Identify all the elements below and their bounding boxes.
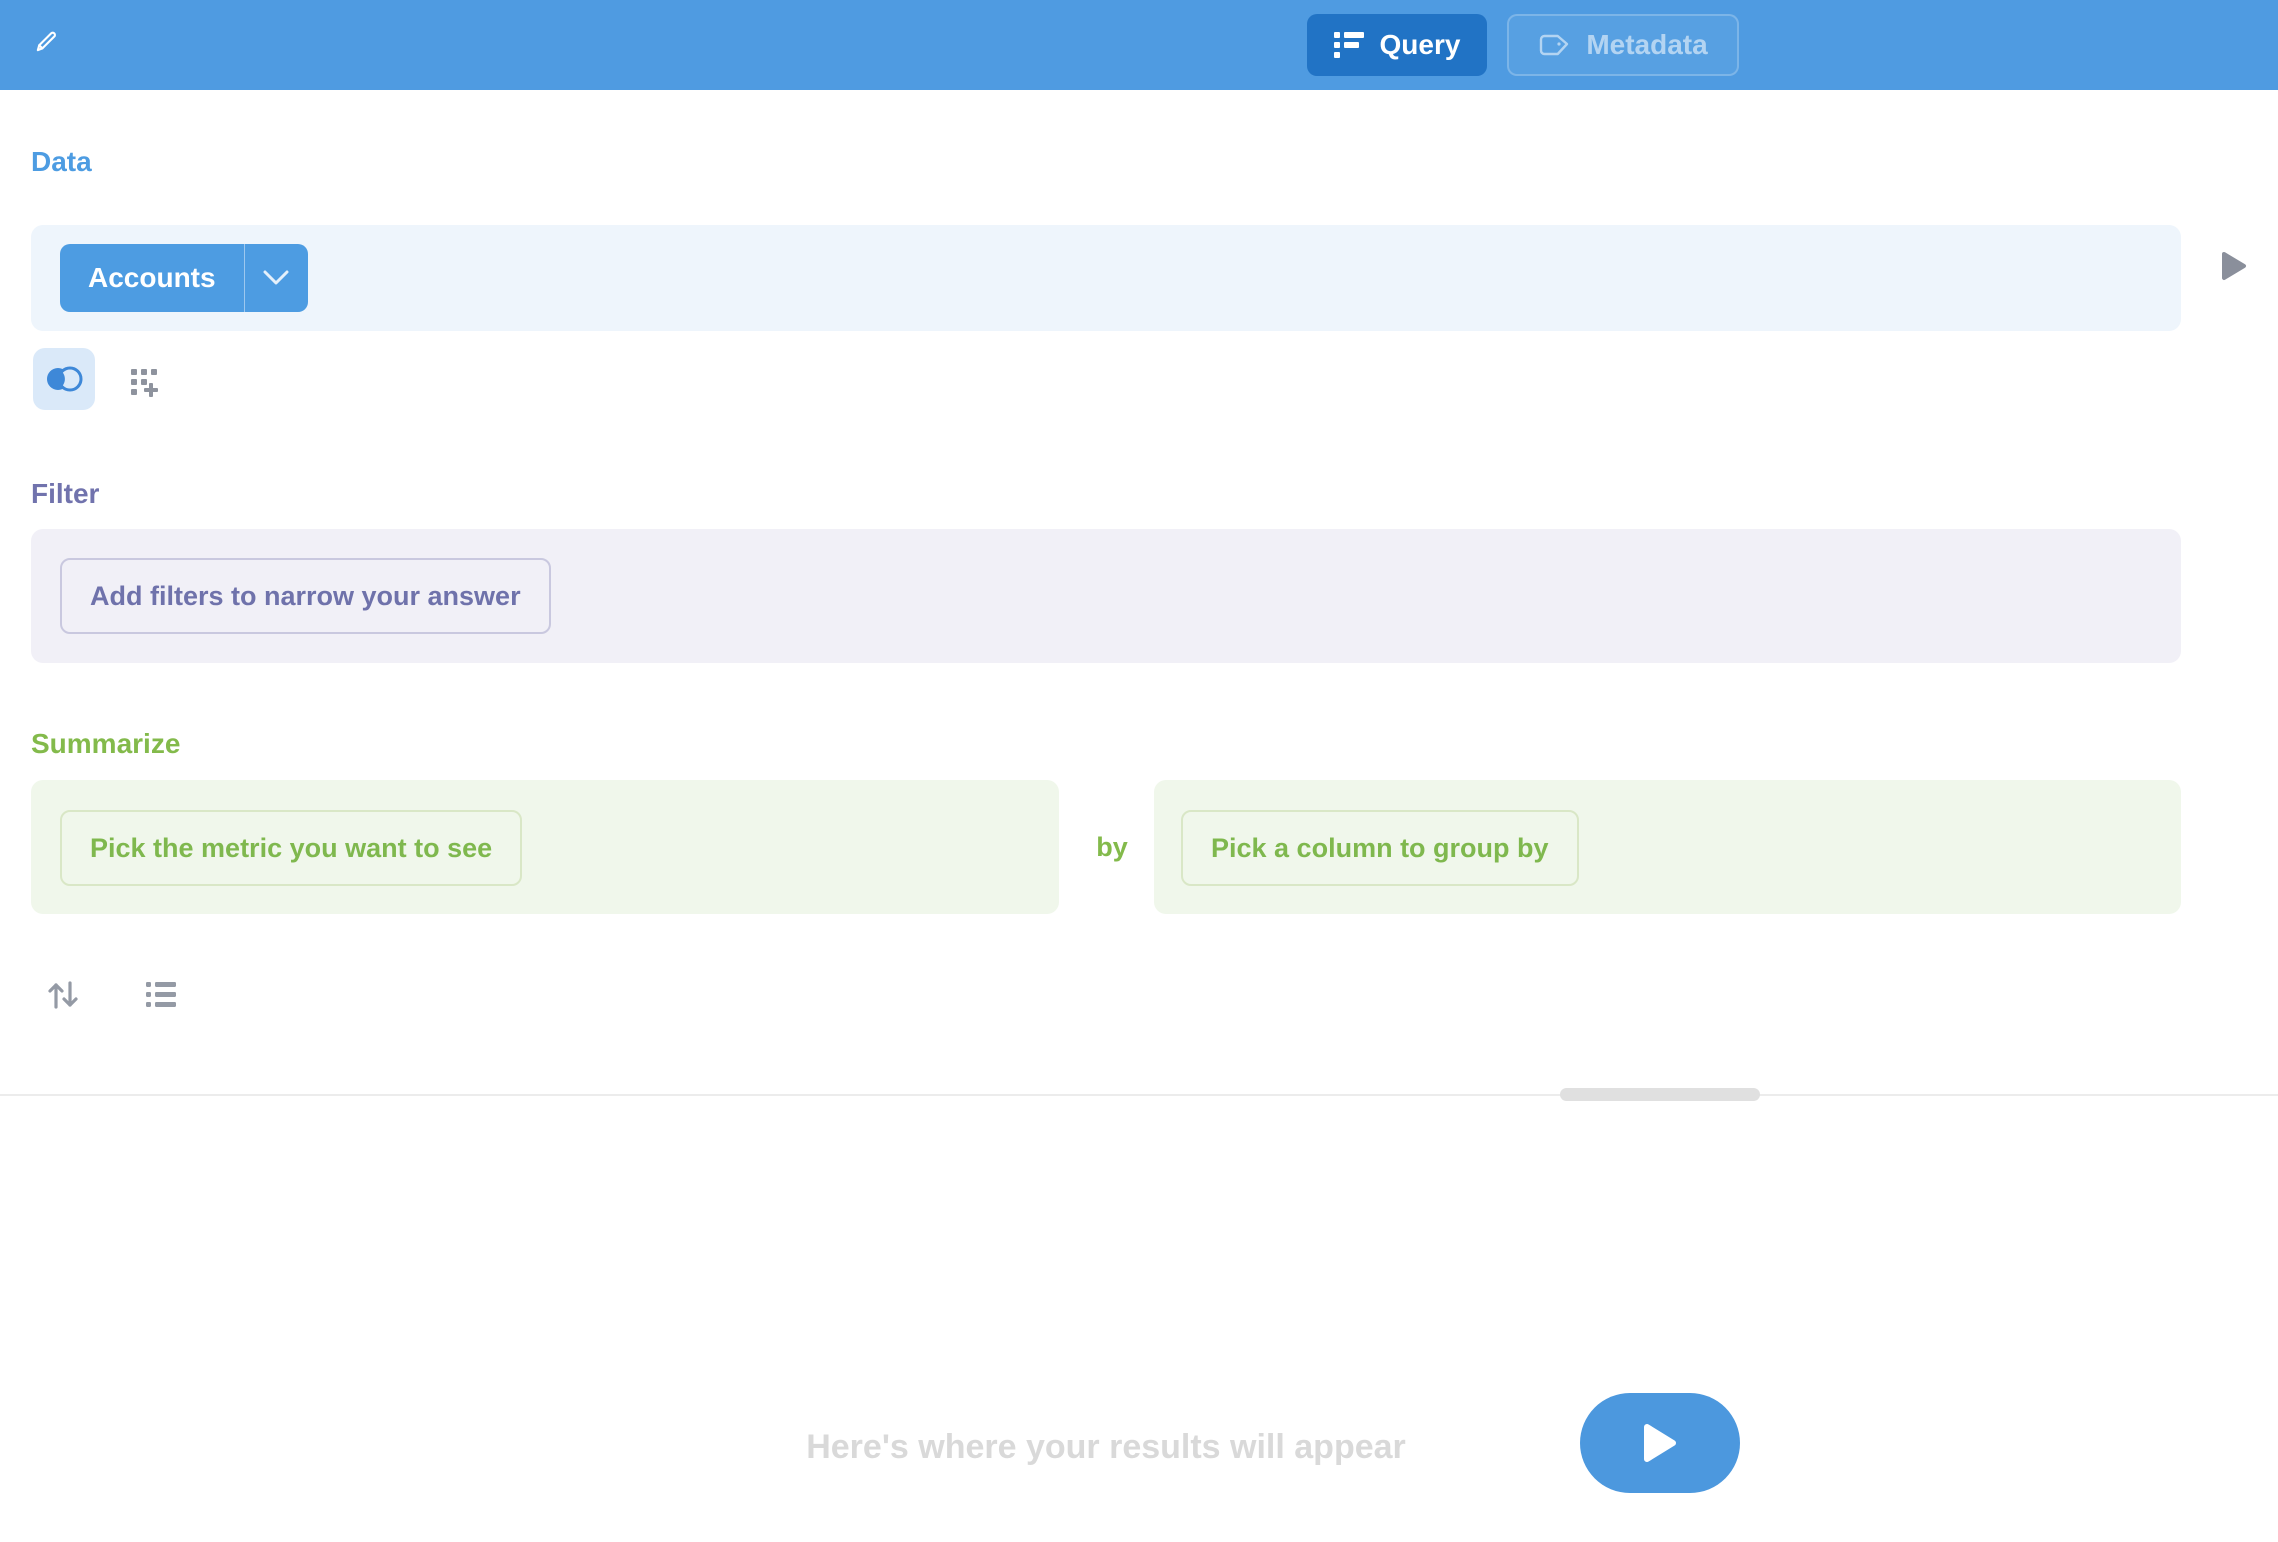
data-step-card xyxy=(31,225,2181,331)
preview-step-button[interactable] xyxy=(2212,244,2256,288)
tab-query-label: Query xyxy=(1380,29,1461,61)
table-picker-button[interactable]: Accounts xyxy=(60,244,308,312)
run-query-button[interactable] xyxy=(1580,1393,1740,1493)
pick-groupby-column-button[interactable]: Pick a column to group by xyxy=(1181,810,1579,886)
resize-drag-handle[interactable] xyxy=(1560,1088,1760,1101)
filter-section-label: Filter xyxy=(31,478,99,510)
custom-column-button[interactable] xyxy=(124,362,166,404)
row-limit-button[interactable] xyxy=(140,974,182,1016)
join-data-icon xyxy=(44,364,84,394)
table-picker-dropdown[interactable] xyxy=(244,244,308,312)
notebook-results-divider xyxy=(0,1094,2278,1096)
by-label: by xyxy=(1089,832,1135,863)
header-bar: Query Metadata xyxy=(0,0,2278,90)
data-section-label: Data xyxy=(31,146,92,178)
tab-metadata[interactable]: Metadata xyxy=(1507,14,1739,76)
results-placeholder-text: Here's where your results will appear xyxy=(556,1428,1656,1467)
tag-icon xyxy=(1538,33,1570,57)
tab-query[interactable]: Query xyxy=(1307,14,1487,76)
play-icon xyxy=(1643,1423,1677,1463)
summarize-section-label: Summarize xyxy=(31,728,180,760)
add-filter-button[interactable]: Add filters to narrow your answer xyxy=(60,558,551,634)
edit-button[interactable] xyxy=(26,24,66,64)
table-picker-value[interactable]: Accounts xyxy=(60,244,244,312)
tab-metadata-label: Metadata xyxy=(1586,29,1707,61)
pick-metric-button[interactable]: Pick the metric you want to see xyxy=(60,810,522,886)
custom-column-icon xyxy=(130,368,160,398)
sort-icon xyxy=(47,980,79,1010)
play-preview-icon xyxy=(2221,251,2247,281)
chevron-down-icon xyxy=(263,270,289,286)
join-data-button[interactable] xyxy=(33,348,95,410)
row-limit-list-icon xyxy=(146,982,176,1008)
pencil-icon xyxy=(32,28,60,61)
query-builder-page: Query Metadata Data Accounts xyxy=(0,0,2278,1542)
notebook-icon xyxy=(1334,32,1364,59)
sort-button[interactable] xyxy=(42,974,84,1016)
